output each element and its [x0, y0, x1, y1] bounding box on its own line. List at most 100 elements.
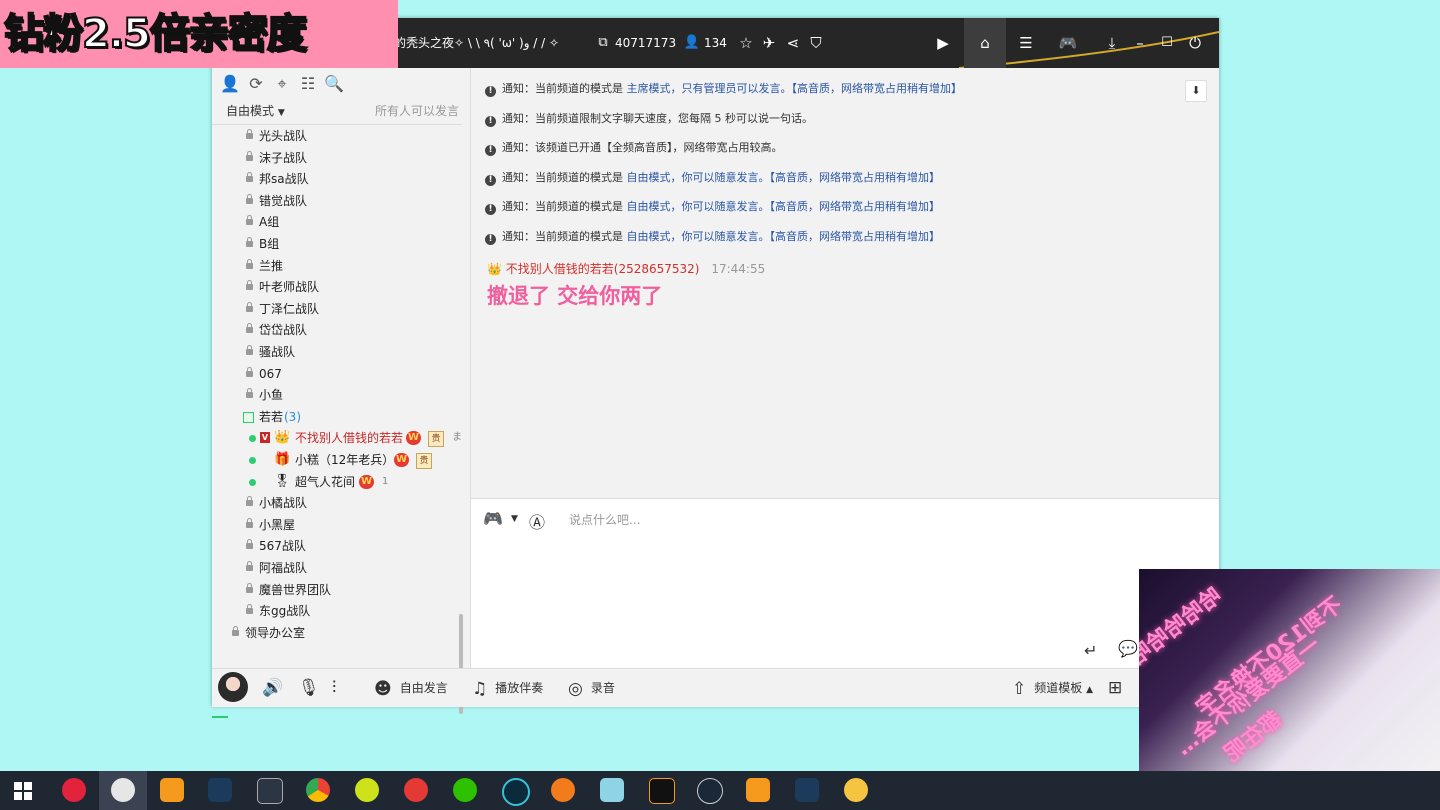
cast-icon[interactable]: [257, 778, 283, 804]
user-icon[interactable]: 👤: [220, 72, 240, 96]
channel-item[interactable]: 067: [212, 363, 462, 385]
channel-item[interactable]: 岱岱战队: [212, 319, 462, 341]
channel-id: 40717173: [615, 36, 677, 50]
channel-item[interactable]: 光头战队: [212, 125, 462, 147]
lock-icon: [246, 323, 253, 334]
channel-item[interactable]: 领导办公室: [212, 622, 462, 644]
minimize-icon[interactable]: –: [1130, 33, 1150, 53]
mode-label: 自由模式: [226, 104, 275, 118]
search-icon[interactable]: 🔍: [324, 72, 344, 96]
app-icon-blue[interactable]: [600, 778, 624, 802]
microphone-icon[interactable]: 🎙: [298, 669, 320, 707]
app-icon-2[interactable]: [795, 778, 819, 802]
grid-icon[interactable]: ⊞: [1108, 669, 1122, 707]
chevron-down-icon[interactable]: ▼: [511, 514, 518, 524]
channel-item[interactable]: 兰推: [212, 255, 462, 277]
channel-item[interactable]: B组: [212, 233, 462, 255]
channel-item[interactable]: 魔兽世界团队: [212, 579, 462, 601]
favorite-icon[interactable]: ☆: [736, 33, 756, 53]
app-icon[interactable]: [208, 778, 232, 802]
free-speak-button[interactable]: ☻ 自由发言: [374, 669, 448, 707]
power-icon[interactable]: ⏻: [1185, 33, 1205, 53]
channel-item[interactable]: 东gg战队: [212, 600, 462, 622]
channel-name: 岱岱战队: [259, 323, 308, 338]
member-extra: 1: [382, 475, 389, 487]
list-icon[interactable]: ☰: [1016, 33, 1036, 53]
video-icon[interactable]: ▶: [933, 33, 953, 53]
windows-start-icon[interactable]: [14, 782, 32, 800]
member-item[interactable]: 🎁 小糕（12年老兵） W 贵: [212, 449, 462, 471]
location-icon[interactable]: ⌖: [272, 72, 292, 96]
font-style-icon[interactable]: Ⓐ: [529, 509, 545, 533]
template-button[interactable]: ⇧ 频道模板 ▲: [1012, 669, 1093, 707]
game-icon[interactable]: 🎮: [483, 509, 503, 528]
music-icon: ♫: [472, 679, 488, 699]
member-item[interactable]: 🎖 超气人花间 W 1: [212, 471, 462, 493]
channel-panel: 👤 ⟳ ⌖ ☷ 🔍 自由模式 ▼ 所有人可以发言 光头战队 沫子战队 邦sa战队 错觉…: [212, 68, 471, 718]
owl-app-icon[interactable]: [844, 778, 868, 802]
scroll-down-button[interactable]: ⬇: [1185, 80, 1207, 102]
chat-input[interactable]: 说点什么吧...: [569, 511, 640, 528]
plane-icon[interactable]: ✈: [759, 33, 779, 53]
wechat-icon[interactable]: [453, 778, 477, 802]
speaker-icon[interactable]: 🔊: [262, 669, 283, 707]
system-notice: ! 通知：当前频道的模式是 自由模式，你可以随意发言。【高音质，网络带宽占用稍有增…: [485, 170, 940, 186]
channel-item[interactable]: 邦sa战队: [212, 168, 462, 190]
chat-input-area[interactable]: 🎮 ▼ Ⓐ 说点什么吧... ↵ 💬: [471, 498, 1219, 669]
progress-indicator: [212, 716, 228, 718]
mixer-icon[interactable]: ⫶: [332, 669, 336, 707]
emoji-icon[interactable]: 💬: [1118, 639, 1138, 658]
online-dot: [249, 478, 256, 486]
refresh-icon[interactable]: ⟳: [246, 72, 266, 96]
g-app-icon[interactable]: [649, 778, 675, 804]
netease-music-icon[interactable]: [62, 778, 86, 802]
home-button[interactable]: ⌂: [964, 18, 1006, 68]
message-time: 17:44:55: [711, 262, 766, 276]
channel-item[interactable]: 沫子战队: [212, 147, 462, 169]
yy-icon-2[interactable]: [746, 778, 770, 802]
gamepad-icon[interactable]: 🎮: [1058, 33, 1078, 53]
role-icon: 👑: [274, 430, 291, 446]
play-music-button[interactable]: ♫ 播放伴奏: [472, 669, 543, 707]
avatar[interactable]: [218, 672, 248, 702]
share-icon[interactable]: ⋖: [783, 33, 803, 53]
channel-item[interactable]: 阿福战队: [212, 557, 462, 579]
channel-id-icon: ⧉: [598, 35, 608, 50]
obs-icon[interactable]: [111, 778, 135, 802]
chrome-icon[interactable]: [306, 778, 330, 802]
yy-icon[interactable]: [160, 778, 184, 802]
lock-icon: [246, 215, 253, 226]
channel-name: 阿福战队: [259, 561, 308, 575]
channel-item[interactable]: 小橘战队: [212, 492, 462, 514]
maximize-icon[interactable]: ☐: [1157, 33, 1177, 53]
lock-icon: [246, 604, 253, 615]
current-channel[interactable]: 若若 (3): [212, 406, 462, 428]
channel-item[interactable]: 骚战队: [212, 341, 462, 363]
message-sender[interactable]: 不找别人借钱的若若(2528657532): [506, 262, 700, 276]
template-label: 频道模板: [1034, 681, 1083, 695]
home-icon: ⌂: [980, 34, 990, 52]
channel-item[interactable]: 丁泽仁战队: [212, 298, 462, 320]
channel-item[interactable]: A组: [212, 211, 462, 233]
info-icon: !: [485, 204, 496, 216]
steam-icon[interactable]: [697, 778, 723, 804]
channel-name: 魔兽世界团队: [259, 582, 332, 597]
channel-item[interactable]: 小鱼: [212, 384, 462, 406]
lock-icon: [246, 193, 253, 204]
channel-item[interactable]: 叶老师战队: [212, 276, 462, 298]
app-icon-green[interactable]: [355, 778, 379, 802]
app-icon-ring[interactable]: [502, 778, 530, 806]
app-icon-orange[interactable]: [551, 778, 575, 802]
shield-icon[interactable]: ⛉: [806, 33, 826, 53]
channel-item[interactable]: 错觉战队: [212, 190, 462, 212]
member-item[interactable]: V 👑 不找别人借钱的若若 W 贵ま: [212, 427, 462, 449]
download-icon[interactable]: ⤓: [1102, 33, 1122, 53]
record-button[interactable]: ◎ 录音: [568, 669, 615, 707]
notes-icon[interactable]: ☷: [298, 72, 318, 96]
mode-dropdown[interactable]: 自由模式 ▼: [226, 102, 285, 119]
lock-icon: [246, 172, 253, 183]
channel-item[interactable]: 567战队: [212, 535, 462, 557]
app-icon-red[interactable]: [404, 778, 428, 802]
channel-item[interactable]: 小黑屋: [212, 514, 462, 536]
send-icon[interactable]: ↵: [1084, 641, 1097, 660]
